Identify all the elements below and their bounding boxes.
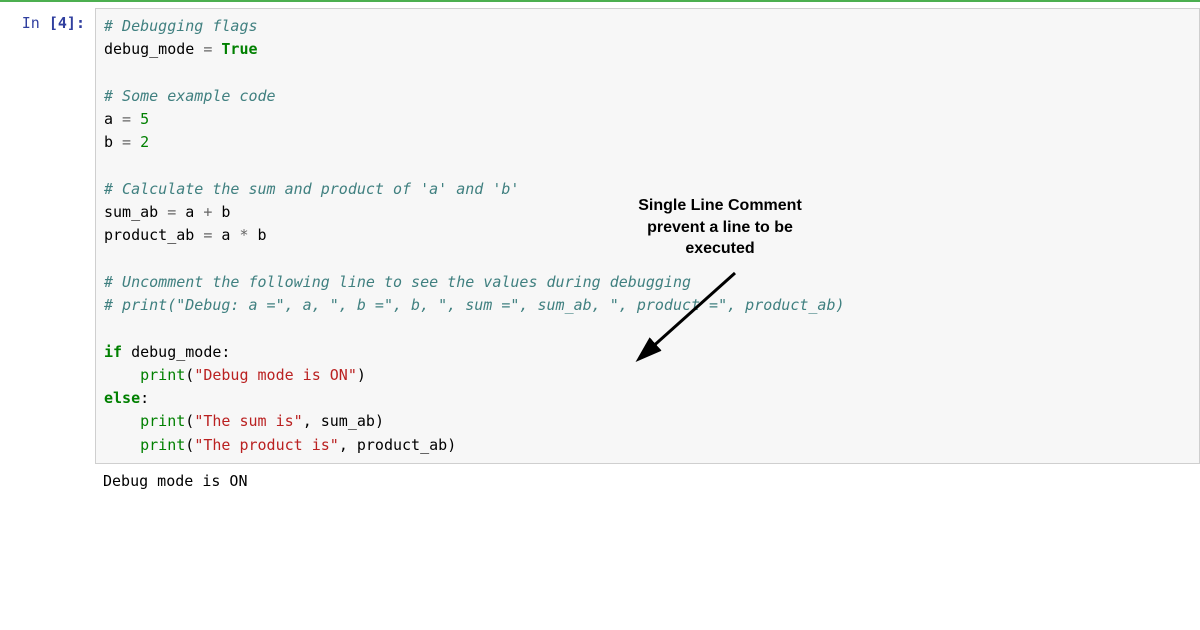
code-text: debug_mode xyxy=(104,40,194,58)
comment-line: # Calculate the sum and product of 'a' a… xyxy=(104,180,519,198)
input-prompt: In [4]: xyxy=(0,8,95,464)
code-text: ) xyxy=(447,436,456,454)
code-text: * xyxy=(230,226,257,244)
annotation-line: Single Line Comment xyxy=(590,195,850,217)
code-text: a xyxy=(185,203,194,221)
code-text: "The product is" xyxy=(194,436,339,454)
code-text: = xyxy=(113,133,140,151)
code-text: print xyxy=(140,366,185,384)
code-text: = xyxy=(113,110,140,128)
code-text xyxy=(104,436,140,454)
prompt-number: [4]: xyxy=(49,14,85,32)
code-text: , xyxy=(303,412,321,430)
code-text: debug_mode xyxy=(131,343,221,361)
code-text: ( xyxy=(185,366,194,384)
code-text: product_ab xyxy=(104,226,194,244)
code-text: ) xyxy=(357,366,366,384)
code-text: sum_ab xyxy=(321,412,375,430)
annotation-line: prevent a line to be xyxy=(590,217,850,239)
code-text: + xyxy=(194,203,221,221)
output-text: Debug mode is ON xyxy=(103,472,248,490)
code-text: , xyxy=(339,436,357,454)
cell-output: Debug mode is ON xyxy=(95,464,1200,499)
callout-annotation: Single Line Comment prevent a line to be… xyxy=(590,195,850,260)
code-text: "Debug mode is ON" xyxy=(194,366,357,384)
code-text: print xyxy=(140,436,185,454)
code-text: : xyxy=(221,343,230,361)
comment-line: # Uncomment the following line to see th… xyxy=(104,273,691,291)
code-text: True xyxy=(221,40,257,58)
code-text: sum_ab xyxy=(104,203,158,221)
code-text: = xyxy=(194,226,221,244)
code-text: a xyxy=(104,110,113,128)
comment-line: # Debugging flags xyxy=(104,17,258,35)
code-text xyxy=(122,343,131,361)
code-text: = xyxy=(158,203,185,221)
code-text: ) xyxy=(375,412,384,430)
code-text: b xyxy=(258,226,267,244)
code-text: product_ab xyxy=(357,436,447,454)
code-text: 2 xyxy=(140,133,149,151)
code-text: ( xyxy=(185,412,194,430)
comment-line: # Some example code xyxy=(104,87,276,105)
code-text xyxy=(104,412,140,430)
code-text: : xyxy=(140,389,149,407)
code-text: = xyxy=(194,40,221,58)
code-text: ( xyxy=(185,436,194,454)
code-text: 5 xyxy=(140,110,149,128)
prompt-in: In xyxy=(22,14,49,32)
code-text: else xyxy=(104,389,140,407)
code-text: "The sum is" xyxy=(194,412,302,430)
code-text xyxy=(104,366,140,384)
code-text: print xyxy=(140,412,185,430)
code-text: if xyxy=(104,343,122,361)
annotation-line: executed xyxy=(590,238,850,260)
code-text: b xyxy=(104,133,113,151)
code-text: b xyxy=(221,203,230,221)
comment-line: # print("Debug: a =", a, ", b =", b, ", … xyxy=(104,296,845,314)
